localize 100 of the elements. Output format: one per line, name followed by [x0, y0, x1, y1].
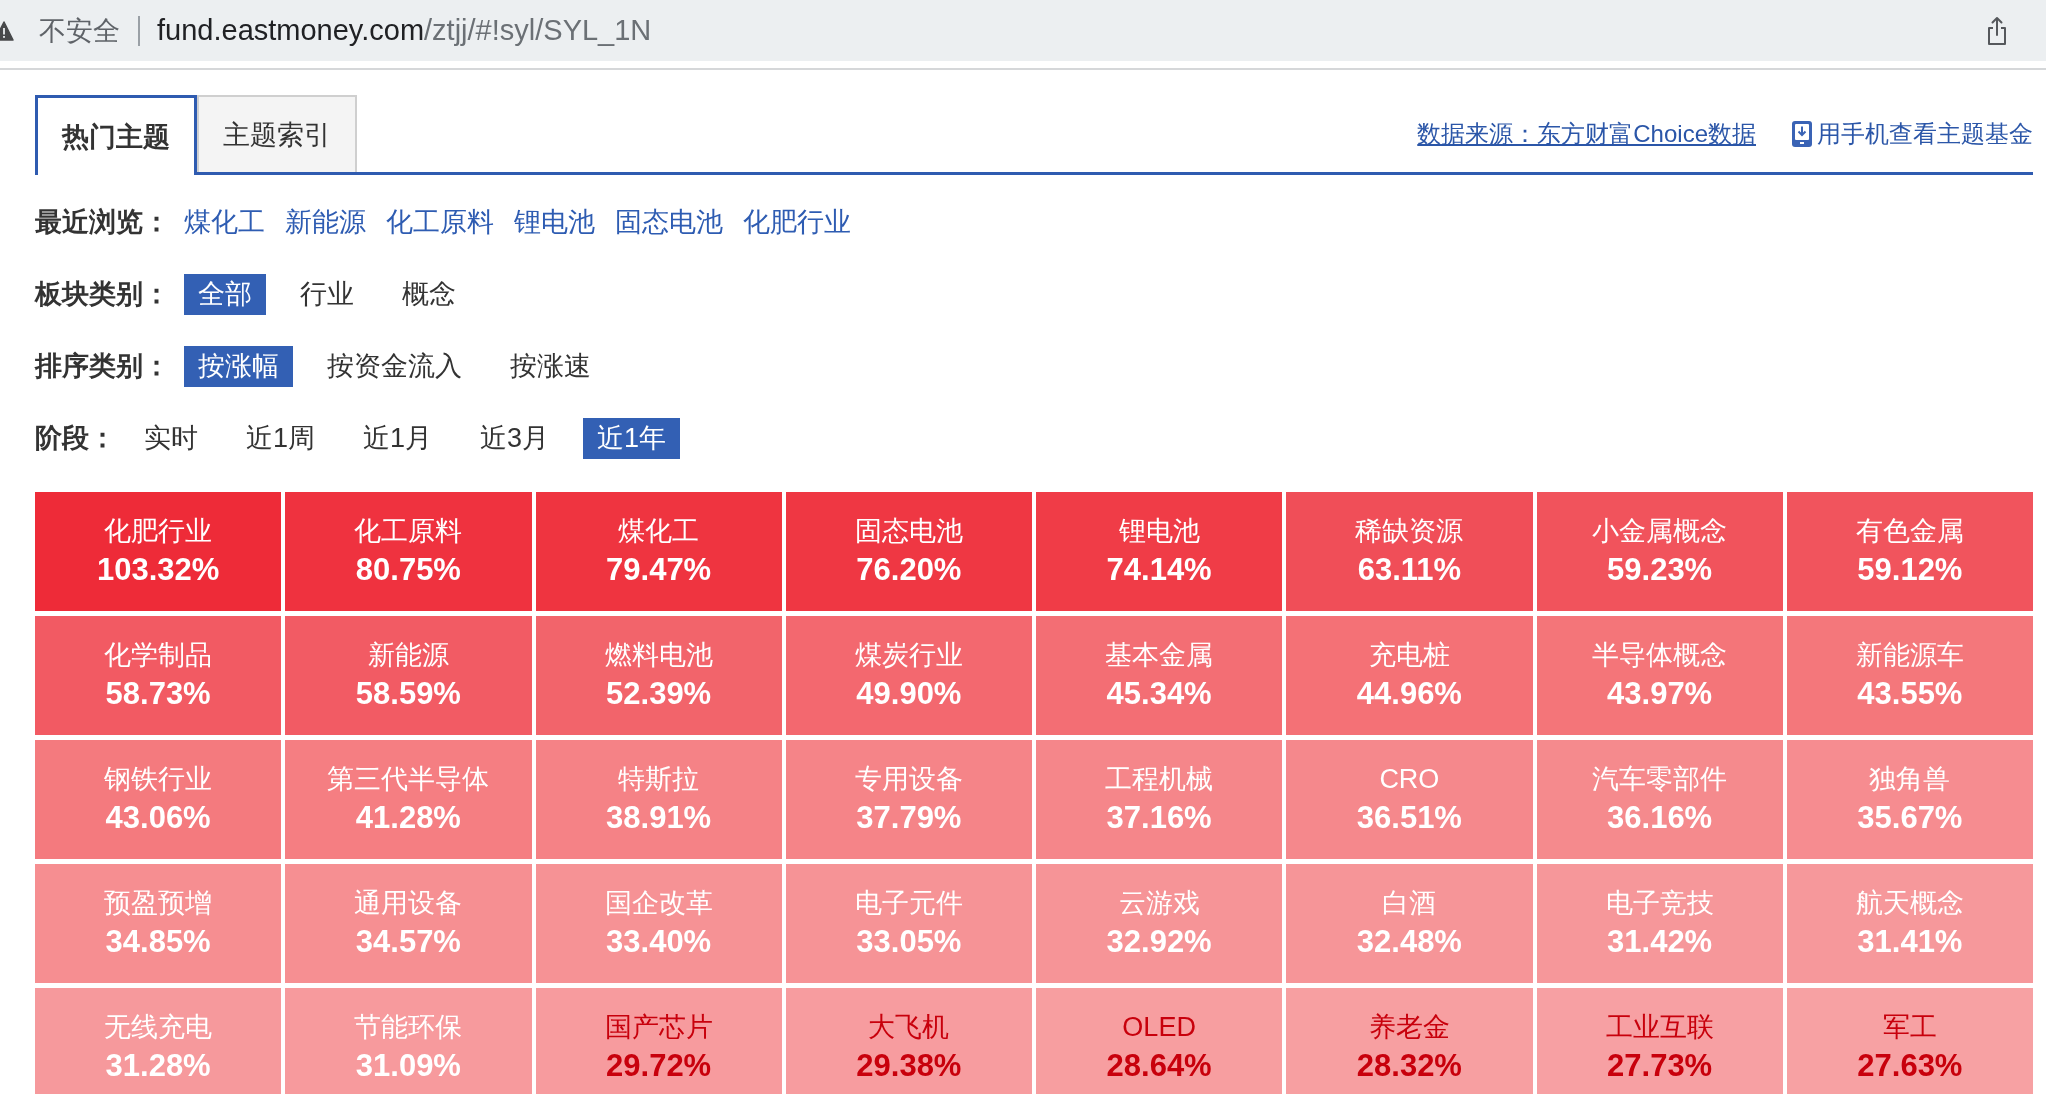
filter-option[interactable]: 近1周 — [232, 417, 330, 459]
theme-tile[interactable]: 通用设备 34.57% — [285, 864, 532, 983]
theme-name: 通用设备 — [353, 887, 464, 920]
theme-tile[interactable]: 有色金属 59.12% — [1786, 492, 2033, 611]
mobile-view-link[interactable]: 用手机查看主题基金 — [1792, 117, 2033, 150]
recent-link[interactable]: 化工原料 — [386, 204, 494, 240]
theme-tile[interactable]: 电子竞技 31.42% — [1536, 864, 1783, 983]
theme-tile[interactable]: 煤化工 79.47% — [535, 492, 782, 611]
theme-name: 无线充电 — [103, 1011, 214, 1044]
theme-tile[interactable]: 预盈预增 34.85% — [35, 864, 282, 983]
theme-name: 稀缺资源 — [1354, 515, 1465, 548]
theme-tile[interactable]: 基本金属 45.34% — [1036, 616, 1283, 735]
theme-tile[interactable]: 工业互联 27.73% — [1536, 988, 1783, 1094]
theme-tile[interactable]: 特斯拉 38.91% — [535, 740, 782, 859]
theme-tile[interactable]: 化肥行业 103.32% — [35, 492, 282, 611]
theme-tile[interactable]: 充电桩 44.96% — [1286, 616, 1533, 735]
theme-name: 专用设备 — [853, 763, 964, 796]
theme-tile[interactable]: 固态电池 76.20% — [785, 492, 1032, 611]
theme-tile[interactable]: 锂电池 74.14% — [1036, 492, 1283, 611]
theme-tile[interactable]: 新能源车 43.55% — [1786, 616, 2033, 735]
filter-label: 最近浏览： — [35, 206, 170, 239]
theme-tile[interactable]: 化学制品 58.73% — [35, 616, 282, 735]
recent-link[interactable]: 固态电池 — [615, 204, 723, 240]
theme-tile[interactable]: CRO 36.51% — [1286, 740, 1533, 859]
recent-link[interactable]: 化肥行业 — [743, 204, 851, 240]
theme-tile[interactable]: 国企改革 33.40% — [535, 864, 782, 983]
filter-option[interactable]: 近1年 — [583, 417, 681, 459]
theme-change: 31.42% — [1606, 923, 1714, 961]
theme-name: 电子竞技 — [1604, 887, 1715, 920]
tab[interactable]: 热门主题 — [35, 95, 197, 175]
theme-name: 军工 — [1881, 1011, 1938, 1044]
theme-name: 养老金 — [1367, 1011, 1451, 1044]
theme-name: 云游戏 — [1117, 887, 1201, 920]
theme-change: 28.32% — [1355, 1047, 1463, 1085]
share-icon[interactable] — [1986, 15, 2008, 46]
filter-option[interactable]: 实时 — [130, 417, 212, 459]
theme-change: 33.05% — [855, 923, 963, 961]
theme-tile[interactable]: OLED 28.64% — [1036, 988, 1283, 1094]
theme-tile[interactable]: 钢铁行业 43.06% — [35, 740, 282, 859]
filter-option[interactable]: 全部 — [184, 273, 266, 315]
filter-option[interactable]: 近1月 — [349, 417, 447, 459]
theme-name: 电子元件 — [853, 887, 964, 920]
theme-tile[interactable]: 燃料电池 52.39% — [535, 616, 782, 735]
theme-change: 59.12% — [1856, 551, 1964, 589]
recent-link[interactable]: 新能源 — [285, 204, 366, 240]
theme-tile[interactable]: 专用设备 37.79% — [785, 740, 1032, 859]
theme-change: 32.92% — [1105, 923, 1213, 961]
filter-option[interactable]: 按涨速 — [496, 345, 605, 387]
filter-option[interactable]: 按涨幅 — [184, 345, 293, 387]
theme-tile[interactable]: 电子元件 33.05% — [785, 864, 1032, 983]
tab[interactable]: 主题索引 — [197, 95, 357, 172]
theme-tile[interactable]: 军工 27.63% — [1786, 988, 2033, 1094]
theme-name: 有色金属 — [1854, 515, 1965, 548]
theme-change: 103.32% — [95, 551, 221, 589]
theme-change: 41.28% — [354, 799, 462, 837]
theme-tile[interactable]: 独角兽 35.67% — [1786, 740, 2033, 859]
theme-tile[interactable]: 化工原料 80.75% — [285, 492, 532, 611]
theme-name: 固态电池 — [853, 515, 964, 548]
theme-tile[interactable]: 无线充电 31.28% — [35, 988, 282, 1094]
theme-tile[interactable]: 第三代半导体 41.28% — [285, 740, 532, 859]
theme-name: 国产芯片 — [603, 1011, 714, 1044]
security-label[interactable]: 不安全 — [39, 12, 120, 49]
theme-name: 大飞机 — [867, 1011, 951, 1044]
theme-tile[interactable]: 云游戏 32.92% — [1036, 864, 1283, 983]
theme-change: 79.47% — [605, 551, 713, 589]
theme-name: 基本金属 — [1104, 639, 1215, 672]
theme-change: 37.79% — [855, 799, 963, 837]
filter-option[interactable]: 近3月 — [466, 417, 564, 459]
theme-tile[interactable]: 稀缺资源 63.11% — [1286, 492, 1533, 611]
recent-link[interactable]: 煤化工 — [184, 204, 265, 240]
theme-tile[interactable]: 工程机械 37.16% — [1036, 740, 1283, 859]
theme-change: 63.11% — [1356, 551, 1463, 589]
theme-tile[interactable]: 节能环保 31.09% — [285, 988, 532, 1094]
theme-tile[interactable]: 煤炭行业 49.90% — [785, 616, 1032, 735]
theme-tile[interactable]: 大飞机 29.38% — [785, 988, 1032, 1094]
data-source-link[interactable]: 数据来源：东方财富Choice数据 — [1417, 117, 1756, 150]
theme-tile[interactable]: 航天概念 31.41% — [1786, 864, 2033, 983]
filter-option[interactable]: 行业 — [286, 273, 368, 315]
theme-name: 化学制品 — [103, 639, 214, 672]
theme-tile[interactable]: 新能源 58.59% — [285, 616, 532, 735]
theme-tile[interactable]: 养老金 28.32% — [1286, 988, 1533, 1094]
theme-tile[interactable]: 国产芯片 29.72% — [535, 988, 782, 1094]
theme-tile[interactable]: 白酒 32.48% — [1286, 864, 1533, 983]
theme-name: 白酒 — [1381, 887, 1438, 920]
filter-option[interactable]: 按资金流入 — [313, 345, 476, 387]
url-text[interactable]: fund.eastmoney.com/ztjj/#!syl/SYL_1N — [157, 14, 652, 47]
theme-tile[interactable]: 汽车零部件 36.16% — [1536, 740, 1783, 859]
theme-change: 36.51% — [1355, 799, 1463, 837]
theme-name: 预盈预增 — [103, 887, 214, 920]
theme-change: 29.38% — [855, 1047, 963, 1085]
theme-tile[interactable]: 半导体概念 43.97% — [1536, 616, 1783, 735]
recent-link[interactable]: 锂电池 — [514, 204, 595, 240]
theme-tile[interactable]: 小金属概念 59.23% — [1536, 492, 1783, 611]
theme-change: 37.16% — [1105, 799, 1213, 837]
filter-option[interactable]: 概念 — [388, 273, 470, 315]
theme-change: 38.91% — [605, 799, 713, 837]
theme-change: 35.67% — [1856, 799, 1964, 837]
theme-change: 34.57% — [354, 923, 462, 961]
theme-name: CRO — [1378, 763, 1441, 796]
theme-change: 43.97% — [1606, 675, 1714, 713]
